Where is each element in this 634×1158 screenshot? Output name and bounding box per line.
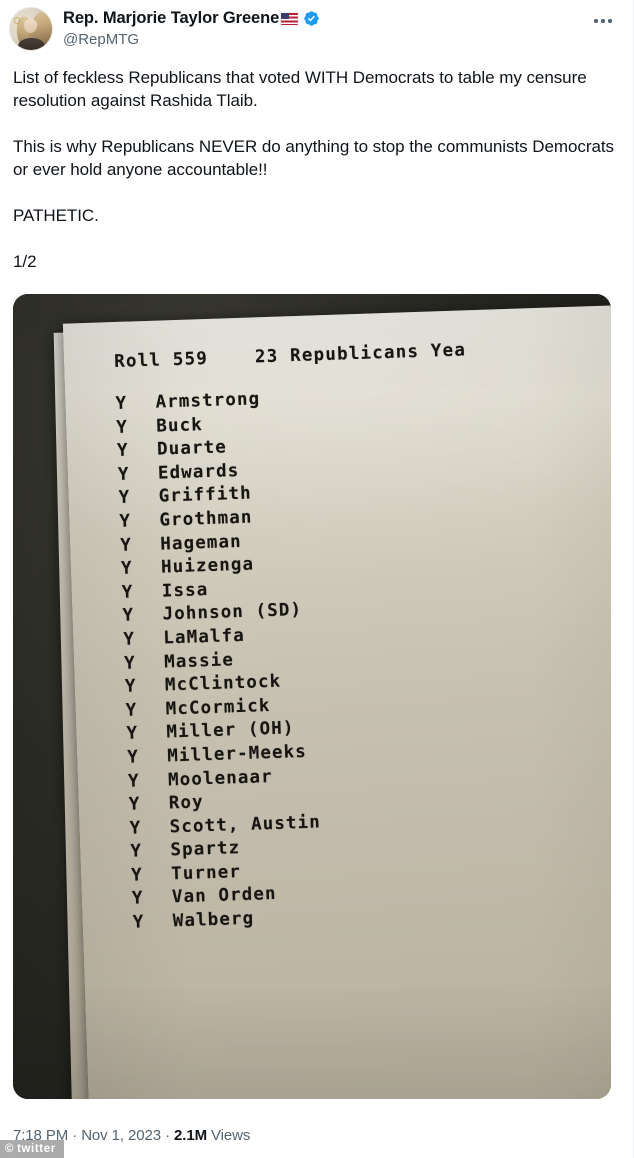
vote-mark: Y bbox=[123, 629, 136, 650]
vote-member-name: Griffith bbox=[158, 483, 253, 507]
vote-member-name: Miller-Meeks bbox=[166, 741, 308, 767]
vote-member-name: Armstrong bbox=[155, 389, 261, 413]
vote-member-name: Walberg bbox=[172, 908, 255, 932]
vote-member-name: Duarte bbox=[156, 437, 228, 460]
tweet-date: Nov 1, 2023 bbox=[81, 1127, 161, 1144]
vote-member-name: Huizenga bbox=[160, 554, 255, 578]
views-label: Views bbox=[206, 1127, 251, 1144]
vote-mark: Y bbox=[126, 723, 139, 745]
more-dot bbox=[601, 19, 605, 23]
vote-member-name: LaMalfa bbox=[163, 625, 246, 649]
vote-mark: Y bbox=[123, 653, 137, 674]
account-names: Rep. Marjorie Taylor Greene @RepMTG bbox=[63, 7, 320, 50]
us-flag-icon bbox=[281, 12, 299, 25]
more-dot bbox=[594, 19, 598, 23]
vote-member-name: Grothman bbox=[159, 507, 253, 531]
vote-mark: Y bbox=[131, 888, 144, 910]
avatar[interactable] bbox=[9, 7, 53, 51]
vote-mark: Y bbox=[117, 464, 130, 485]
tweet-photo[interactable]: Roll 559 23 Republicans Yea Y Armstrong Y B… bbox=[13, 294, 611, 1099]
vote-mark: Y bbox=[119, 511, 132, 532]
vote-member-name: Turner bbox=[170, 861, 242, 885]
vote-member-name: Buck bbox=[156, 414, 204, 437]
vote-mark: Y bbox=[128, 794, 141, 815]
vote-mark: Y bbox=[120, 558, 134, 580]
vote-member-name: Edwards bbox=[157, 460, 240, 484]
avatar-seal-icon bbox=[13, 17, 21, 24]
roll-call-document: Roll 559 23 Republicans Yea Y Armstrong Y B… bbox=[63, 305, 611, 1099]
vote-mark: Y bbox=[132, 912, 145, 933]
more-dot bbox=[608, 19, 612, 23]
vote-mark: Y bbox=[130, 865, 144, 886]
meta-separator: · bbox=[161, 1127, 175, 1144]
vote-member-name: Hageman bbox=[159, 531, 242, 555]
copyright-icon: © bbox=[5, 1143, 15, 1155]
vote-mark: Y bbox=[122, 605, 135, 627]
vote-mark: Y bbox=[129, 818, 142, 839]
watermark-label: twitter bbox=[17, 1143, 56, 1155]
vote-member-name: Spartz bbox=[170, 838, 241, 861]
vote-list: Y Armstrong Y Buck Y Duarte Y Edwards Y Griffith Y… bbox=[115, 376, 611, 936]
display-name-row: Rep. Marjorie Taylor Greene bbox=[63, 8, 320, 29]
vote-member-name: Roy bbox=[168, 792, 205, 814]
vote-mark: Y bbox=[118, 487, 131, 509]
meta-separator: · bbox=[68, 1127, 82, 1144]
more-options-icon[interactable] bbox=[589, 10, 617, 32]
vote-mark: Y bbox=[116, 417, 129, 438]
source-watermark: © twitter bbox=[0, 1140, 64, 1158]
vote-member-name: Massie bbox=[163, 649, 235, 673]
vote-mark: Y bbox=[130, 841, 143, 863]
vote-mark: Y bbox=[126, 747, 140, 768]
vote-member-name: McCormick bbox=[165, 695, 271, 720]
vote-mark: Y bbox=[116, 440, 130, 462]
avatar-body bbox=[17, 38, 46, 50]
vote-mark: Y bbox=[127, 770, 141, 792]
vote-mark: Y bbox=[124, 676, 137, 697]
vote-member-name: Van Orden bbox=[171, 884, 278, 908]
document-title: Roll 559 23 Republicans Yea bbox=[113, 340, 467, 373]
tweet-header: Rep. Marjorie Taylor Greene @RepMTG bbox=[0, 0, 633, 60]
account-handle[interactable]: @RepMTG bbox=[63, 30, 320, 50]
views-count: 2.1M bbox=[174, 1127, 207, 1144]
tweet-text: List of feckless Republicans that voted … bbox=[13, 68, 615, 271]
verified-check-icon bbox=[303, 10, 320, 27]
tweet-card: Rep. Marjorie Taylor Greene @RepMTG List… bbox=[0, 0, 634, 1158]
vote-member-name: Scott, Austin bbox=[169, 812, 322, 838]
vote-mark: Y bbox=[121, 582, 134, 603]
display-name[interactable]: Rep. Marjorie Taylor Greene bbox=[63, 8, 279, 29]
vote-mark: Y bbox=[115, 393, 128, 414]
vote-member-name: Johnson (SD) bbox=[162, 600, 303, 625]
vote-mark: Y bbox=[119, 535, 133, 556]
vote-member-name: Moolenaar bbox=[167, 766, 274, 790]
vote-mark: Y bbox=[125, 700, 138, 721]
vote-member-name: Issa bbox=[161, 579, 209, 602]
